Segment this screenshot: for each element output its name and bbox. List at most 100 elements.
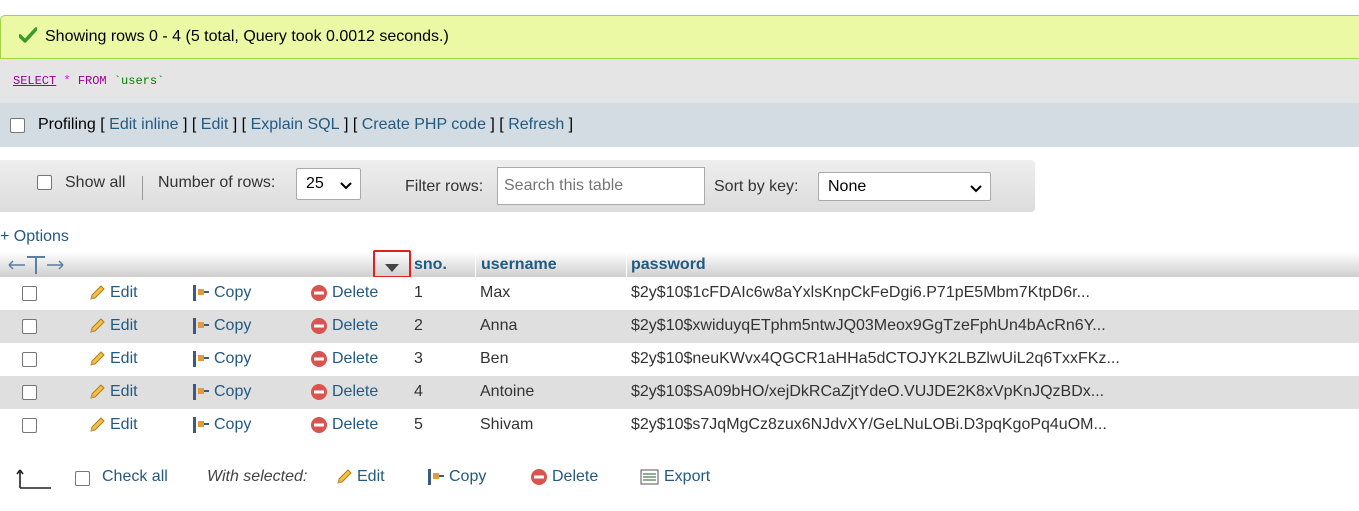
options-link[interactable]: + Options xyxy=(0,228,69,246)
row-copy-button[interactable]: Copy xyxy=(192,317,251,335)
pencil-icon xyxy=(90,417,105,432)
row-copy-button[interactable]: Copy xyxy=(192,383,251,401)
check-all-checkbox[interactable] xyxy=(75,471,90,486)
rows-per-page-select[interactable]: 25 xyxy=(296,168,361,200)
pencil-icon xyxy=(337,469,352,484)
row-copy-button[interactable]: Copy xyxy=(192,284,251,302)
cell-password: $2y$10$SA09bHO/xejDkRCaZjtYdeO.VUJDE2K8x… xyxy=(631,383,1105,400)
delete-icon xyxy=(531,469,547,485)
arrow-up-left-icon xyxy=(16,466,52,495)
row-checkbox[interactable] xyxy=(22,418,37,433)
row-checkbox[interactable] xyxy=(22,319,37,334)
profiling-label: Profiling xyxy=(38,116,96,133)
pencil-icon xyxy=(90,351,105,366)
row-delete-button[interactable]: Delete xyxy=(310,350,378,368)
cell-username: Ben xyxy=(480,350,509,367)
cell-sno: 4 xyxy=(414,383,423,400)
bulk-copy-button[interactable]: Copy xyxy=(427,468,486,486)
cell-password: $2y$10$neuKWvx4QGCR1aHHa5dCTOJYK2LBZlwUi… xyxy=(631,350,1120,367)
divider xyxy=(142,176,143,200)
cell-sno: 2 xyxy=(414,317,423,334)
sort-by-key-value: None xyxy=(828,177,867,195)
row-edit-button[interactable]: Edit xyxy=(88,383,138,401)
cell-username: Anna xyxy=(480,317,518,334)
table-row: Edit Copy Delete 5 Shivam $2y$10$s7JqMgC… xyxy=(0,409,1359,442)
row-edit-button[interactable]: Edit xyxy=(88,284,138,302)
explain-sql-link[interactable]: Explain SQL xyxy=(251,116,340,134)
pencil-icon xyxy=(90,318,105,333)
bulk-edit-button[interactable]: Edit xyxy=(335,468,385,486)
cell-password: $2y$10$xwiduyqETphm5ntwJQ03Meox9GgTzeFph… xyxy=(631,317,1106,334)
delete-icon xyxy=(311,285,327,301)
sql-star: * xyxy=(63,74,71,88)
row-delete-button[interactable]: Delete xyxy=(310,416,378,434)
check-icon xyxy=(18,26,39,48)
copy-icon xyxy=(193,351,209,367)
cell-password: $2y$10$s7JqMgCz8zux6NJdvXY/GeLNuLOBi.D3p… xyxy=(631,416,1107,433)
column-header-sno[interactable]: sno. xyxy=(414,256,447,274)
cell-username: Shivam xyxy=(480,416,534,433)
row-copy-button[interactable]: Copy xyxy=(192,416,251,434)
row-checkbox[interactable] xyxy=(22,385,37,400)
cell-username: Max xyxy=(480,284,511,301)
cell-password: $2y$10$1cFDAIc6w8aYxlsKnpCkFeDgi6.P71pE5… xyxy=(631,284,1090,301)
table-row: Edit Copy Delete 3 Ben $2y$10$neuKWvx4QG… xyxy=(0,343,1359,376)
query-actions-bar: Profiling [ Edit inline ] [ Edit ] [ Exp… xyxy=(0,103,1359,147)
row-edit-button[interactable]: Edit xyxy=(88,350,138,368)
table-header: sno. username password xyxy=(0,252,1359,278)
edit-link[interactable]: Edit xyxy=(201,116,229,134)
filter-label: Filter rows: xyxy=(405,178,484,195)
delete-icon xyxy=(311,351,327,367)
show-all-checkbox[interactable] xyxy=(37,175,52,190)
row-delete-button[interactable]: Delete xyxy=(310,317,378,335)
sql-query: SELECT * FROM `users` xyxy=(0,59,1359,103)
copy-icon xyxy=(428,469,444,485)
filter-rows-input[interactable]: Search this table xyxy=(497,167,705,205)
rows-label: Number of rows: xyxy=(158,174,276,191)
sort-label: Sort by key: xyxy=(714,178,799,195)
row-delete-button[interactable]: Delete xyxy=(310,284,378,302)
pencil-icon xyxy=(90,384,105,399)
bulk-delete-button[interactable]: Delete xyxy=(530,468,598,486)
sort-highlight-box xyxy=(373,250,411,278)
refresh-link[interactable]: Refresh xyxy=(508,116,564,134)
cell-sno: 5 xyxy=(414,416,423,433)
pencil-icon xyxy=(90,285,105,300)
row-checkbox[interactable] xyxy=(22,286,37,301)
cell-username: Antoine xyxy=(480,383,535,400)
copy-icon xyxy=(193,384,209,400)
check-all-label[interactable]: Check all xyxy=(102,468,168,486)
cell-sno: 3 xyxy=(414,350,423,367)
sql-from-keyword: FROM xyxy=(77,74,107,88)
create-php-code-link[interactable]: Create PHP code xyxy=(362,116,486,134)
sql-table-name: `users` xyxy=(113,74,165,88)
sql-select-keyword[interactable]: SELECT xyxy=(13,74,56,88)
row-copy-button[interactable]: Copy xyxy=(192,350,251,368)
with-selected-label: With selected: xyxy=(207,468,308,485)
table-navigation-bar: Show all Number of rows: 25 Filter rows:… xyxy=(0,160,1035,212)
row-checkbox[interactable] xyxy=(22,352,37,367)
row-delete-button[interactable]: Delete xyxy=(310,383,378,401)
row-edit-button[interactable]: Edit xyxy=(88,317,138,335)
table-row: Edit Copy Delete 2 Anna $2y$10$xwiduyqET… xyxy=(0,310,1359,343)
delete-icon xyxy=(311,318,327,334)
bulk-actions-bar: Check all With selected: Edit Copy Delet… xyxy=(0,460,1359,496)
cell-sno: 1 xyxy=(414,284,423,301)
table-row: Edit Copy Delete 4 Antoine $2y$10$SA09bH… xyxy=(0,376,1359,409)
delete-icon xyxy=(311,417,327,433)
row-edit-button[interactable]: Edit xyxy=(88,416,138,434)
profiling-checkbox[interactable] xyxy=(10,117,25,133)
table-row: Edit Copy Delete 1 Max $2y$10$1cFDAIc6w8… xyxy=(0,277,1359,310)
export-icon xyxy=(640,469,659,485)
success-text: Showing rows 0 - 4 (5 total, Query took … xyxy=(45,28,449,45)
chevron-down-icon xyxy=(340,178,352,196)
copy-icon xyxy=(193,318,209,334)
column-header-password[interactable]: password xyxy=(631,256,706,274)
sort-by-key-select[interactable]: None xyxy=(818,172,991,201)
bulk-export-button[interactable]: Export xyxy=(640,468,710,486)
delete-icon xyxy=(311,384,327,400)
column-header-username[interactable]: username xyxy=(481,256,557,274)
copy-icon xyxy=(193,285,209,301)
success-message: Showing rows 0 - 4 (5 total, Query took … xyxy=(0,15,1359,59)
edit-inline-link[interactable]: Edit inline xyxy=(109,116,178,134)
